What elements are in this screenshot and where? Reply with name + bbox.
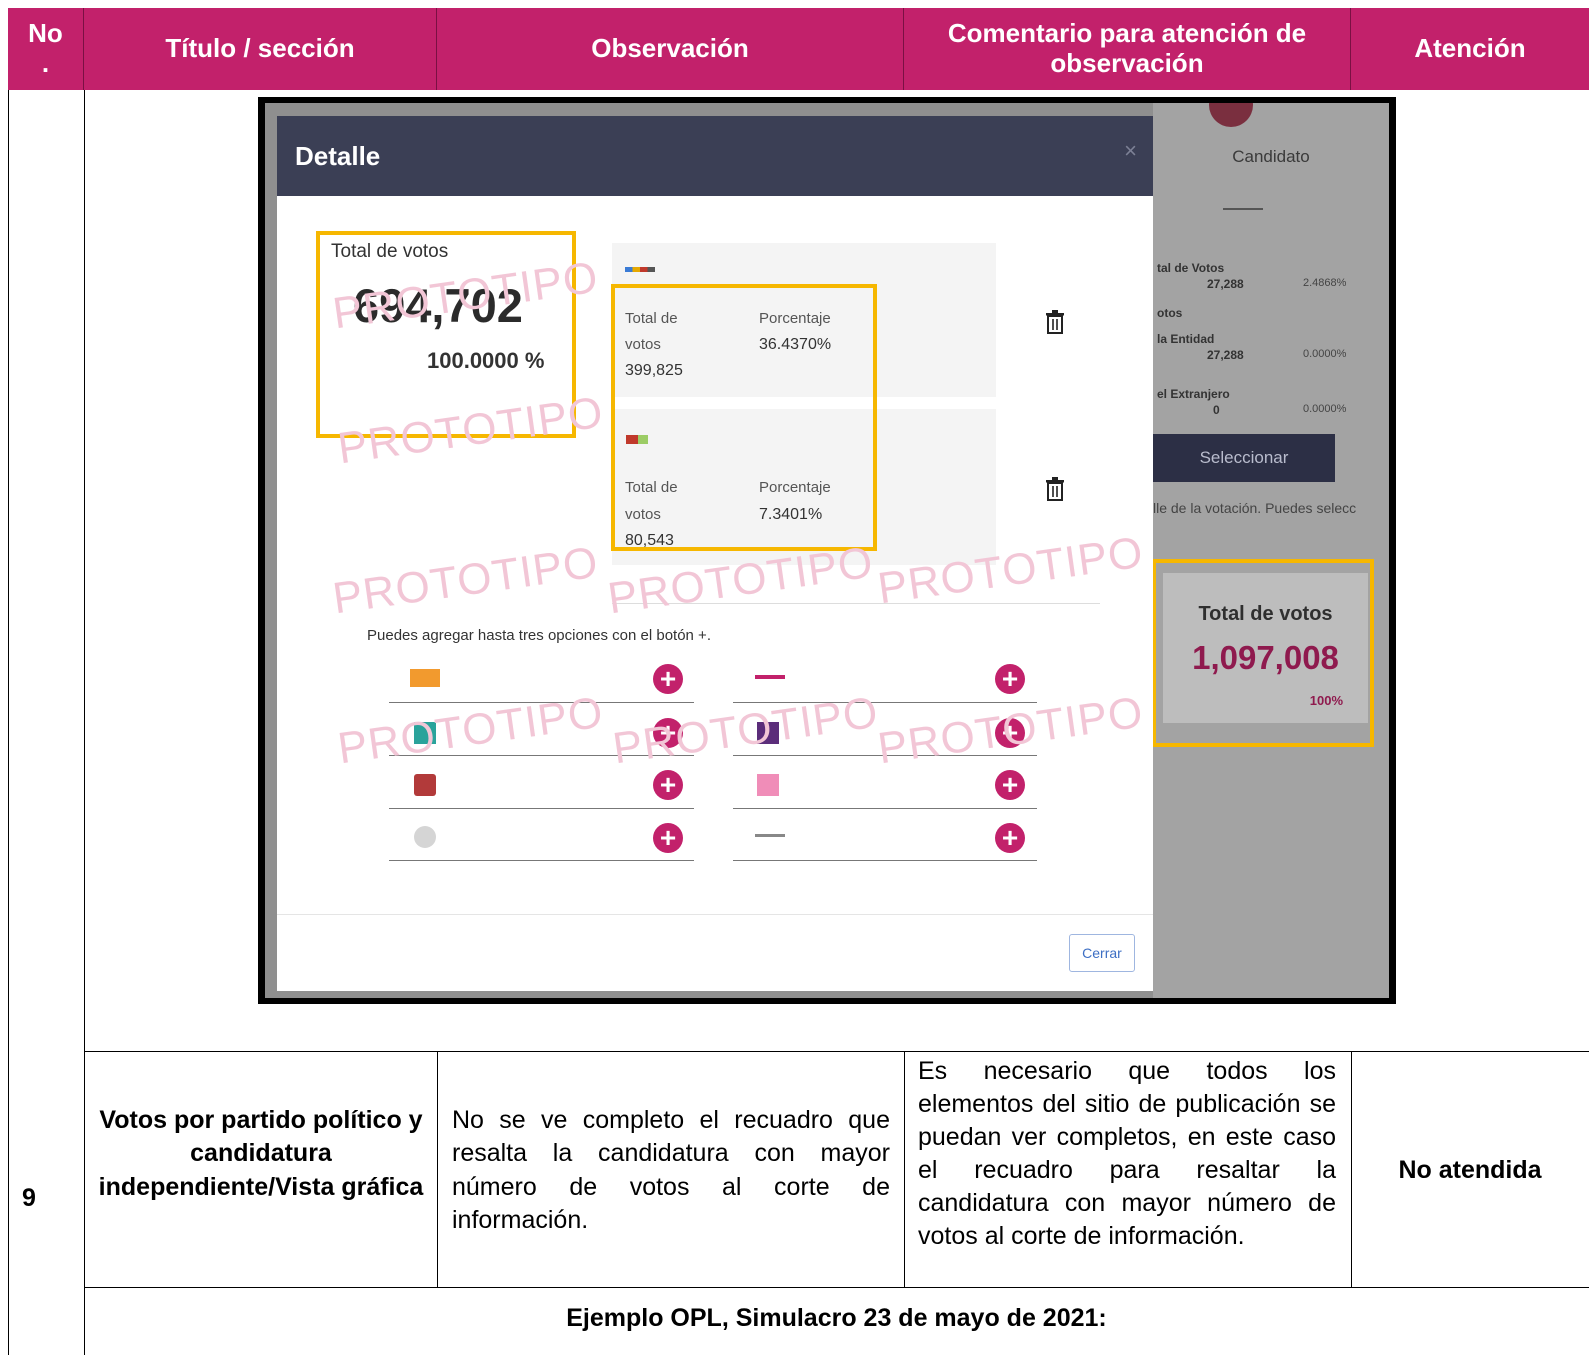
party-logo — [757, 774, 779, 796]
side-note: lle de la votación. Puedes selecc — [1153, 500, 1357, 516]
divider — [733, 702, 1037, 703]
side-panel: Candidato tal de Votos 27,288 2.4868% ot… — [1153, 103, 1389, 998]
divider — [1223, 208, 1263, 210]
divider — [389, 755, 694, 756]
add-option-button[interactable]: + — [653, 823, 683, 853]
party-logo — [414, 722, 436, 744]
divider — [277, 914, 1153, 915]
party-logo — [757, 722, 779, 744]
watermark: PROTOTIPO — [329, 537, 602, 624]
party-logo — [414, 826, 436, 848]
side-stat-pct: 0.0000% — [1303, 403, 1347, 415]
header-titulo: Título / sección — [84, 8, 437, 90]
side-stat: el Extranjero — [1157, 387, 1230, 401]
side-stat-pct: 2.4868% — [1303, 277, 1347, 289]
detail-modal: Detalle × Total de votos 694,702 100.000… — [277, 116, 1153, 991]
row-titulo: Votos por partido político y candidatura… — [98, 1106, 424, 1201]
candidate-label: Candidato — [1232, 147, 1310, 166]
side-stat-value: 0 — [1213, 403, 1220, 417]
close-icon[interactable]: × — [1124, 138, 1137, 164]
party-logo — [755, 675, 785, 679]
select-button[interactable]: Seleccionar — [1153, 434, 1335, 482]
watermark: PROTOTIPO — [334, 687, 607, 774]
row-number: 9 — [22, 1184, 36, 1212]
table-border — [84, 1051, 1589, 1052]
side-stat: otos — [1157, 306, 1183, 320]
avatar — [1209, 103, 1253, 127]
modal-header: Detalle — [277, 116, 1153, 196]
divider — [389, 702, 694, 703]
screenshot: Candidato tal de Votos 27,288 2.4868% ot… — [265, 103, 1389, 998]
party-logo — [625, 267, 655, 272]
party-logo — [755, 834, 785, 837]
table-border — [84, 90, 85, 1355]
divider — [733, 808, 1037, 809]
hint-text: Puedes agregar hasta tres opciones con e… — [367, 627, 711, 644]
side-stat-pct: 0.0000% — [1303, 348, 1347, 360]
table-border — [84, 1287, 1589, 1288]
highlight-party-cards — [611, 284, 877, 551]
side-stat: tal de Votos — [1157, 261, 1225, 275]
divider — [733, 860, 1037, 861]
row-atencion: No atendida — [1398, 1156, 1542, 1184]
add-option-button[interactable]: + — [653, 770, 683, 800]
close-button[interactable]: Cerrar — [1069, 934, 1135, 972]
party-logo — [410, 669, 440, 687]
divider — [389, 808, 694, 809]
table-border — [904, 1051, 905, 1287]
table-border — [8, 90, 9, 1355]
add-option-button[interactable]: + — [653, 664, 683, 694]
trash-icon[interactable] — [1045, 310, 1065, 334]
party-logo — [414, 774, 436, 796]
divider — [389, 860, 694, 861]
header-comentario: Comentario para atención de observación — [904, 8, 1351, 90]
header-atencion: Atención — [1351, 8, 1589, 90]
highlight-total-votes — [316, 231, 576, 438]
row-comentario: Es necesario que todos los elementos del… — [918, 1057, 1336, 1250]
divider — [733, 755, 1037, 756]
header-observacion: Observación — [437, 8, 904, 90]
side-stat: la Entidad — [1157, 332, 1215, 346]
highlight-side-total — [1152, 559, 1374, 747]
row-observacion: No se ve completo el recuadro que resalt… — [452, 1106, 890, 1234]
trash-icon[interactable] — [1045, 477, 1065, 501]
side-stat-value: 27,288 — [1207, 348, 1244, 362]
add-option-button[interactable]: + — [653, 718, 683, 748]
add-option-button[interactable]: + — [995, 664, 1025, 694]
header-no: No . — [8, 8, 84, 90]
table-border — [437, 1051, 438, 1287]
watermark: PROTOTIPO — [609, 687, 882, 774]
example-caption: Ejemplo OPL, Simulacro 23 de mayo de 202… — [566, 1304, 1107, 1332]
divider — [612, 603, 1100, 604]
add-option-button[interactable]: + — [995, 718, 1025, 748]
add-option-button[interactable]: + — [995, 770, 1025, 800]
side-stat-value: 27,288 — [1207, 277, 1244, 291]
add-option-button[interactable]: + — [995, 823, 1025, 853]
